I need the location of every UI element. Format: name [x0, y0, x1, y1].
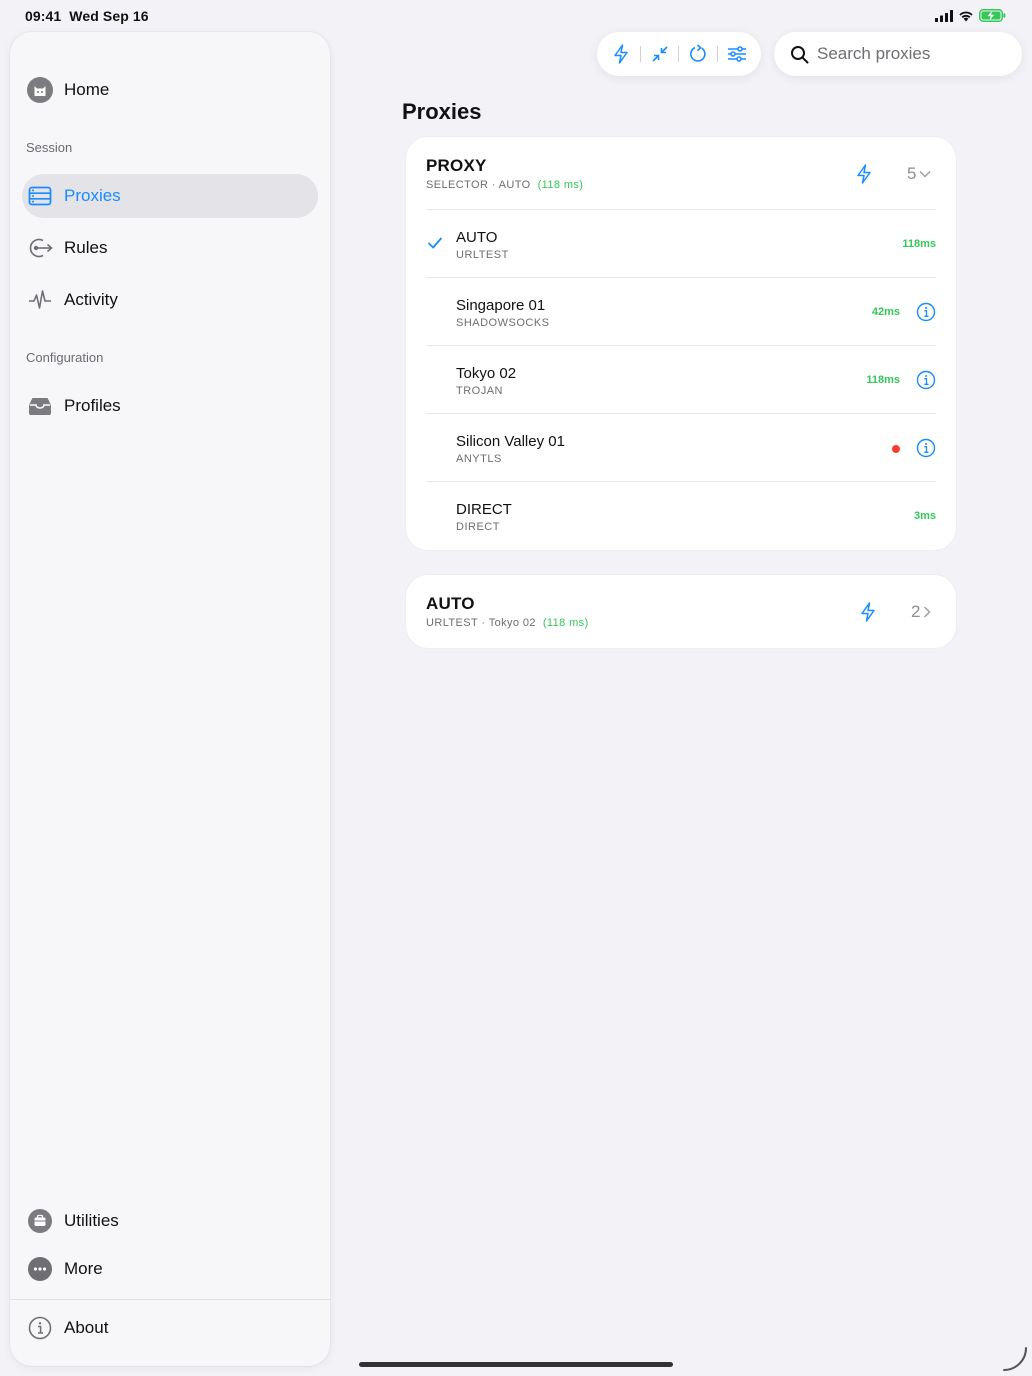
profiles-icon: [26, 392, 54, 420]
sidebar-item-label: About: [64, 1318, 109, 1337]
info-icon[interactable]: [916, 438, 936, 458]
sidebar: Home Session Proxies Rules Activity Conf…: [10, 32, 330, 1366]
home-cat-icon: [26, 76, 54, 104]
toolbar-separator: [716, 46, 718, 62]
proxy-name: DIRECT: [456, 501, 512, 518]
sidebar-item-label: Rules: [64, 238, 108, 257]
section-label-configuration: Configuration: [26, 350, 104, 365]
search-bar[interactable]: [774, 32, 1022, 76]
chevron-down-icon: [919, 170, 931, 178]
proxy-type: URLTEST: [456, 249, 509, 261]
proxy-row[interactable]: AUTO URLTEST 118ms: [426, 209, 936, 277]
proxy-latency: 118ms: [866, 374, 900, 386]
home-indicator: [359, 1362, 673, 1367]
sidebar-item-proxies[interactable]: Proxies: [22, 174, 318, 218]
toolbar-separator: [640, 46, 642, 62]
bolt-icon: [857, 164, 871, 184]
utilities-icon: [26, 1207, 54, 1235]
rules-icon: [26, 234, 54, 262]
proxy-name: Tokyo 02: [456, 365, 517, 382]
proxy-latency: 42ms: [871, 306, 900, 318]
sidebar-item-label: Home: [64, 80, 110, 99]
checkmark-icon: [428, 237, 442, 249]
proxies-icon: [26, 182, 54, 210]
sidebar-item-home[interactable]: Home: [22, 68, 318, 112]
group-expand-toggle[interactable]: 2: [911, 602, 932, 622]
proxy-row[interactable]: DIRECT DIRECT 3ms: [426, 481, 936, 549]
test-latency-button[interactable]: [607, 40, 635, 68]
bolt-icon: [614, 44, 629, 64]
toolbar-separator: [678, 46, 680, 62]
chevron-right-icon: [924, 606, 932, 618]
cellular-signal-icon: [935, 9, 953, 22]
bolt-icon: [861, 602, 875, 622]
auto-group-card[interactable]: AUTO URLTEST · Tokyo 02 (118 ms) 2: [406, 575, 956, 648]
group-expand-toggle[interactable]: 5: [907, 164, 931, 184]
search-icon: [790, 44, 810, 64]
page-title: Proxies: [402, 99, 482, 124]
group-test-latency-button[interactable]: [853, 163, 875, 185]
group-subtitle: SELECTOR · AUTO (118 ms): [426, 179, 584, 191]
sidebar-item-label: Utilities: [64, 1211, 119, 1230]
battery-charging-icon: [979, 9, 1006, 22]
proxy-type: TROJAN: [456, 385, 503, 397]
sidebar-item-activity[interactable]: Activity: [22, 278, 318, 322]
activity-icon: [26, 286, 54, 314]
proxy-row[interactable]: Silicon Valley 01 ANYTLS: [426, 413, 936, 481]
more-icon: [26, 1255, 54, 1283]
toolbar: [597, 32, 761, 76]
search-input[interactable]: [817, 44, 1007, 64]
proxy-name: Silicon Valley 01: [456, 433, 565, 450]
proxy-type: DIRECT: [456, 521, 500, 533]
proxy-group-card: PROXY SELECTOR · AUTO (118 ms) 5 AUTO UR…: [406, 137, 956, 550]
proxy-row[interactable]: Tokyo 02 TROJAN 118ms: [426, 345, 936, 413]
sidebar-item-profiles[interactable]: Profiles: [22, 384, 318, 428]
error-status-dot: [892, 445, 900, 453]
resize-corner-icon: [1003, 1347, 1027, 1371]
proxy-type: SHADOWSOCKS: [456, 317, 550, 329]
group-name: AUTO: [426, 594, 475, 613]
sidebar-item-label: Profiles: [64, 396, 121, 415]
sidebar-item-label: Proxies: [64, 186, 121, 205]
group-name: PROXY: [426, 156, 487, 175]
proxy-row[interactable]: Singapore 01 SHADOWSOCKS 42ms: [426, 277, 936, 345]
sidebar-divider: [10, 1299, 330, 1300]
proxy-type: ANYTLS: [456, 453, 502, 465]
refresh-button[interactable]: [684, 40, 712, 68]
info-icon[interactable]: [916, 302, 936, 322]
wifi-icon: [959, 11, 973, 21]
status-indicators: [935, 9, 1006, 22]
status-bar: 09:41 Wed Sep 16: [0, 0, 1032, 32]
sliders-icon: [727, 46, 746, 62]
sidebar-item-label: Activity: [64, 290, 118, 309]
sidebar-item-more[interactable]: More: [22, 1247, 318, 1291]
group-test-latency-button[interactable]: [857, 601, 879, 623]
proxy-latency: 118ms: [902, 238, 936, 250]
proxy-name: Singapore 01: [456, 297, 546, 314]
about-info-icon: [26, 1314, 54, 1342]
filter-settings-button[interactable]: [723, 40, 751, 68]
sidebar-item-about[interactable]: About: [22, 1306, 318, 1350]
sidebar-item-label: More: [64, 1259, 103, 1278]
sidebar-item-utilities[interactable]: Utilities: [22, 1199, 318, 1243]
group-subtitle: URLTEST · Tokyo 02 (118 ms): [426, 617, 589, 629]
refresh-icon: [690, 44, 706, 62]
status-time: 09:41 Wed Sep 16: [25, 8, 149, 24]
info-icon[interactable]: [916, 370, 936, 390]
collapse-all-button[interactable]: [646, 40, 674, 68]
group-count: 2: [911, 602, 921, 621]
collapse-icon: [652, 46, 668, 62]
proxy-latency: 3ms: [913, 510, 936, 522]
group-count: 5: [907, 164, 917, 183]
proxy-name: AUTO: [456, 229, 498, 246]
section-label-session: Session: [26, 140, 73, 155]
sidebar-item-rules[interactable]: Rules: [22, 226, 318, 270]
